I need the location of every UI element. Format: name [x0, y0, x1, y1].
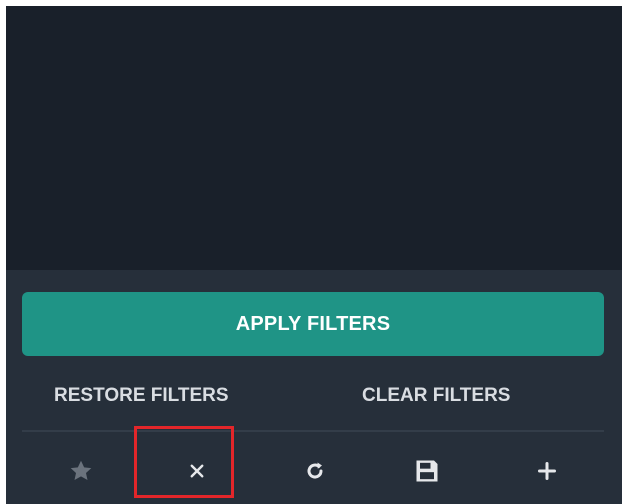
star-icon — [70, 460, 92, 480]
favorite-button[interactable] — [48, 438, 114, 504]
save-button[interactable] — [394, 438, 460, 504]
refresh-icon — [307, 462, 323, 479]
refresh-button[interactable] — [282, 438, 348, 504]
filter-toolbar — [6, 438, 622, 504]
content-area — [6, 6, 622, 270]
apply-filters-button[interactable]: APPLY FILTERS — [22, 292, 604, 356]
add-icon — [538, 462, 556, 480]
add-button[interactable] — [514, 438, 580, 504]
restore-filters-button[interactable]: RESTORE FILTERS — [54, 378, 229, 414]
clear-filters-button[interactable]: CLEAR FILTERS — [362, 378, 510, 414]
close-button[interactable] — [164, 438, 230, 504]
close-icon — [190, 464, 204, 478]
filter-panel: APPLY FILTERS RESTORE FILTERS CLEAR FILT… — [6, 270, 622, 504]
divider — [22, 430, 604, 432]
app-frame: APPLY FILTERS RESTORE FILTERS CLEAR FILT… — [6, 6, 622, 504]
save-icon — [416, 460, 438, 482]
